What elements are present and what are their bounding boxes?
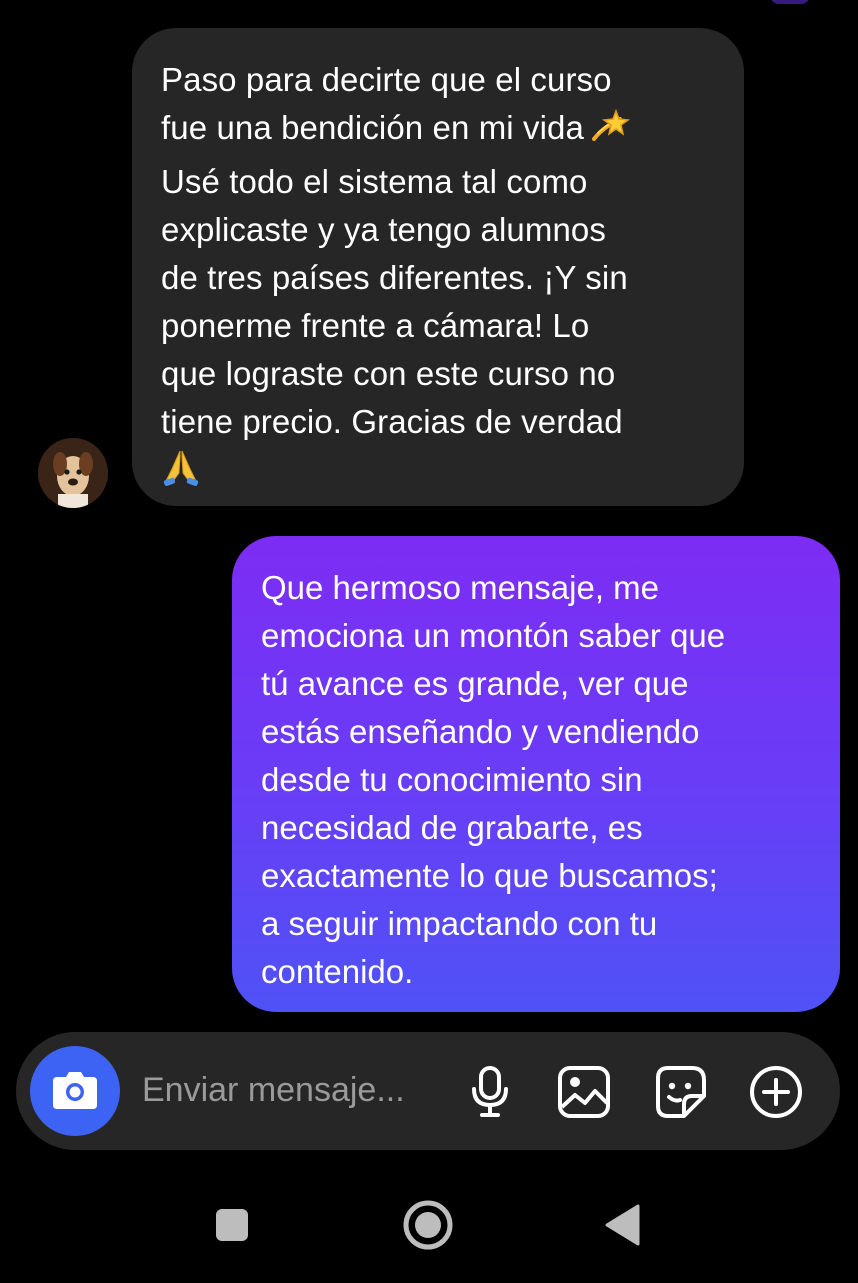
recents-button[interactable]	[212, 1205, 252, 1245]
home-button[interactable]	[400, 1197, 456, 1253]
back-icon	[605, 1204, 640, 1246]
message-input[interactable]: Enviar mensaje...	[142, 1070, 405, 1110]
outgoing-message-text: Que hermoso mensaje, me emociona un mont…	[261, 569, 726, 990]
incoming-message-text-continued: Usé todo el sistema tal como explicaste …	[161, 163, 628, 440]
gallery-icon	[558, 1066, 610, 1118]
system-navigation-bar	[0, 1165, 858, 1283]
incoming-message-text: Paso para decirte que el curso fue una b…	[161, 61, 612, 146]
gallery-button[interactable]	[556, 1064, 612, 1120]
avatar-photo-dog-icon	[38, 438, 108, 508]
outgoing-message-bubble[interactable]: Que hermoso mensaje, me emociona un mont…	[232, 536, 840, 1012]
dizzy-star-emoji-icon	[590, 108, 630, 158]
microphone-button[interactable]	[462, 1064, 518, 1120]
sender-avatar[interactable]	[38, 438, 108, 508]
incoming-message-row: Paso para decirte que el curso fue una b…	[0, 0, 858, 520]
incoming-message-bubble[interactable]: Paso para decirte que el curso fue una b…	[132, 28, 744, 506]
microphone-icon	[472, 1066, 508, 1117]
camera-button[interactable]	[30, 1046, 120, 1136]
recents-icon	[216, 1209, 248, 1241]
sticker-icon	[656, 1066, 706, 1118]
home-icon	[403, 1200, 453, 1250]
back-button[interactable]	[602, 1203, 642, 1247]
add-button[interactable]	[748, 1064, 804, 1120]
add-icon	[750, 1066, 802, 1118]
sticker-button[interactable]	[652, 1064, 708, 1120]
camera-icon	[53, 1072, 97, 1109]
praying-hands-emoji-icon	[161, 447, 201, 500]
message-composer: Enviar mensaje...	[16, 1032, 840, 1150]
